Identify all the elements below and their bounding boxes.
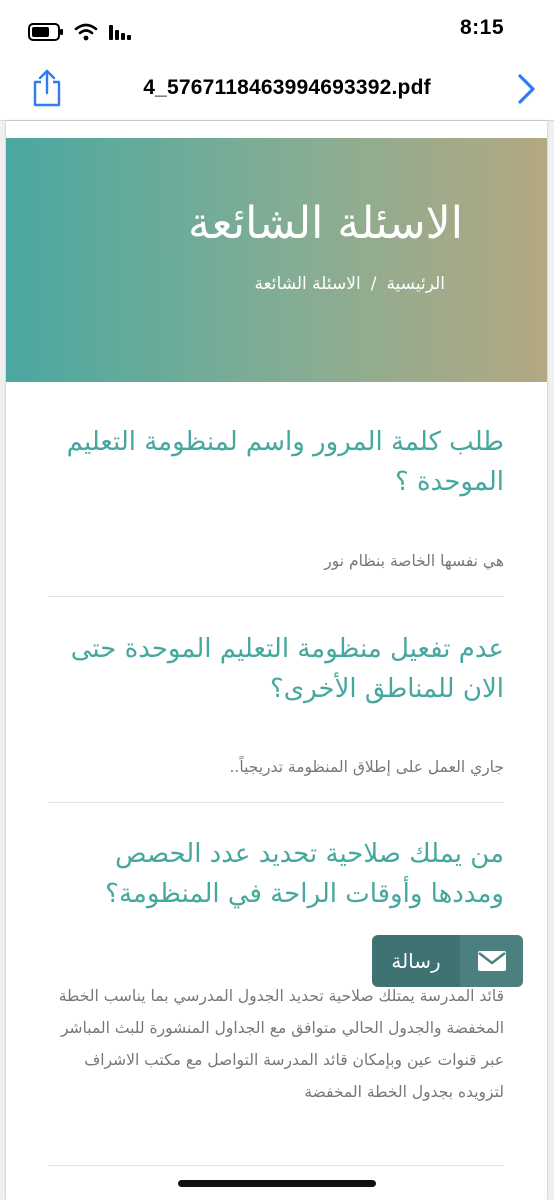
breadcrumb-separator: / — [370, 274, 377, 294]
faq-answer-block: قائد المدرسة يمتلك صلاحية تحديد الجدول ا… — [48, 980, 504, 1108]
faq-item: طلب كلمة المرور واسم لمنظومة التعليم الم… — [48, 422, 504, 502]
breadcrumb: الرئيسية / الاسئلة الشائعة — [254, 274, 445, 294]
breadcrumb-current: الاسئلة الشائعة — [254, 274, 361, 294]
faq-question: عدم تفعيل منظومة التعليم الموحدة حتى الا… — [70, 634, 504, 704]
faq-question: طلب كلمة المرور واسم لمنظومة التعليم الم… — [66, 427, 504, 497]
faq-answer: هي نفسها الخاصة بنظام نور — [324, 552, 504, 570]
chevron-right-icon — [518, 74, 535, 104]
faq-divider — [48, 596, 504, 597]
envelope-icon — [477, 951, 506, 971]
faq-question: من يملك صلاحية تحديد عدد الحصص ومددها وأ… — [105, 839, 504, 909]
next-button[interactable] — [514, 72, 538, 106]
pdf-page: الاسئلة الشائعة الرئيسية / الاسئلة الشائ… — [6, 121, 547, 1200]
share-icon — [33, 69, 61, 107]
status-time: 8:15 — [459, 16, 504, 39]
message-button-label: رسالة — [391, 949, 441, 973]
faq-answer: قائد المدرسة يمتلك صلاحية تحديد الجدول ا… — [58, 987, 504, 1101]
wifi-icon — [74, 23, 98, 41]
battery-icon — [28, 23, 63, 41]
faq-answer-block: جاري العمل على إطلاق المنظومة تدريجياً.. — [48, 751, 505, 783]
file-name-title: 4_5767118463994693392.pdf — [143, 76, 431, 99]
home-indicator[interactable] — [178, 1180, 376, 1187]
faq-divider — [48, 1165, 504, 1166]
status-icons — [28, 20, 132, 44]
hero-banner: الاسئلة الشائعة الرئيسية / الاسئلة الشائ… — [6, 138, 547, 382]
faq-answer: جاري العمل على إطلاق المنظومة تدريجياً.. — [229, 758, 505, 776]
faq-item: من يملك صلاحية تحديد عدد الحصص ومددها وأ… — [48, 834, 504, 914]
faq-item: عدم تفعيل منظومة التعليم الموحدة حتى الا… — [48, 629, 504, 709]
status-bar: 8:15 — [0, 0, 554, 58]
page-title: الاسئلة الشائعة — [188, 198, 463, 249]
message-button[interactable]: رسالة — [372, 935, 523, 987]
signal-icon — [109, 25, 131, 40]
message-icon-wrap — [460, 935, 523, 987]
share-button[interactable] — [30, 68, 64, 108]
breadcrumb-home[interactable]: الرئيسية — [386, 274, 445, 294]
pdf-viewer[interactable]: الاسئلة الشائعة الرئيسية / الاسئلة الشائ… — [0, 121, 554, 1200]
viewer-toolbar: 4_5767118463994693392.pdf — [0, 58, 554, 121]
faq-divider — [48, 802, 504, 803]
faq-answer-block: هي نفسها الخاصة بنظام نور — [48, 545, 504, 577]
